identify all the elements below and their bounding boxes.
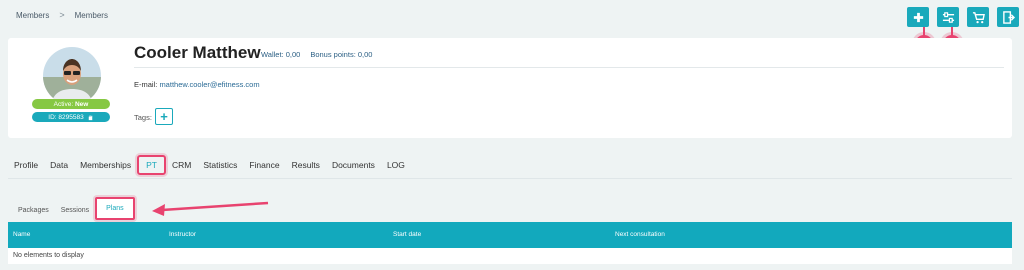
tab-log[interactable]: LOG bbox=[381, 157, 411, 173]
plans-table-header: Name Instructor Start date Next consulta… bbox=[8, 222, 1012, 248]
email-row: E-mail: matthew.cooler@efitness.com bbox=[134, 80, 260, 89]
tab-statistics[interactable]: Statistics bbox=[197, 157, 243, 173]
subtab-packages[interactable]: Packages bbox=[12, 205, 55, 216]
tabs-divider bbox=[8, 178, 1012, 179]
annotation-arrow bbox=[152, 201, 269, 216]
subtab-plans[interactable]: Plans bbox=[95, 197, 135, 220]
tab-data[interactable]: Data bbox=[44, 157, 74, 173]
logout-icon bbox=[1002, 10, 1015, 24]
empty-table-message: No elements to display bbox=[8, 248, 1012, 264]
member-name: Cooler Matthew bbox=[134, 43, 261, 62]
avatar[interactable] bbox=[43, 47, 101, 105]
plus-icon: + bbox=[160, 109, 168, 124]
member-profile-card: Active: New ID: 8295583 Cooler Matthew W… bbox=[8, 38, 1012, 138]
add-button[interactable] bbox=[907, 7, 929, 27]
breadcrumb-item-members-current: Members bbox=[74, 10, 108, 20]
tab-results[interactable]: Results bbox=[286, 157, 326, 173]
wallet-info: Wallet: 0,00 Bonus points: 0,00 bbox=[261, 50, 372, 59]
sliders-icon bbox=[942, 11, 954, 23]
status-badge: Active: New bbox=[32, 99, 110, 109]
status-value: New bbox=[74, 100, 89, 108]
settings-button[interactable] bbox=[937, 7, 959, 27]
wallet-link[interactable]: Wallet: 0,00 bbox=[261, 50, 300, 59]
tab-crm[interactable]: CRM bbox=[166, 157, 197, 173]
action-toolbar bbox=[907, 7, 1019, 27]
tab-pt[interactable]: PT bbox=[137, 155, 166, 179]
status-label: Active: bbox=[53, 100, 74, 108]
column-start-date[interactable]: Start date bbox=[393, 231, 421, 238]
email-value[interactable]: matthew.cooler@efitness.com bbox=[159, 80, 259, 89]
hand-icon bbox=[88, 114, 92, 120]
profile-divider bbox=[134, 67, 1004, 68]
pt-subtabs: Packages Sessions Plans bbox=[12, 197, 135, 220]
member-id-label: ID: 8295583 bbox=[48, 113, 84, 121]
member-tabs: Profile Data Memberships PT CRM Statisti… bbox=[8, 155, 411, 179]
breadcrumb-separator: > bbox=[59, 10, 65, 20]
logout-button[interactable] bbox=[997, 7, 1019, 27]
cart-icon bbox=[972, 11, 985, 23]
breadcrumb: Members > Members bbox=[16, 10, 108, 20]
tab-finance[interactable]: Finance bbox=[243, 157, 285, 173]
column-name[interactable]: Name bbox=[13, 231, 30, 238]
column-instructor[interactable]: Instructor bbox=[169, 231, 196, 238]
breadcrumb-item-members[interactable]: Members bbox=[16, 11, 49, 20]
tab-profile[interactable]: Profile bbox=[8, 157, 44, 173]
bonus-points-link[interactable]: Bonus points: 0,00 bbox=[310, 50, 372, 59]
plus-icon bbox=[913, 12, 923, 22]
tab-memberships[interactable]: Memberships bbox=[74, 157, 137, 173]
subtab-sessions[interactable]: Sessions bbox=[55, 205, 95, 216]
cart-button[interactable] bbox=[967, 7, 989, 27]
tab-documents[interactable]: Documents bbox=[326, 157, 381, 173]
email-label: E-mail: bbox=[134, 80, 158, 89]
add-tag-button[interactable]: + bbox=[155, 108, 173, 125]
column-next-consultation[interactable]: Next consultation bbox=[615, 231, 665, 238]
tags-label: Tags: bbox=[134, 113, 152, 122]
member-id-badge: ID: 8295583 bbox=[32, 112, 110, 122]
